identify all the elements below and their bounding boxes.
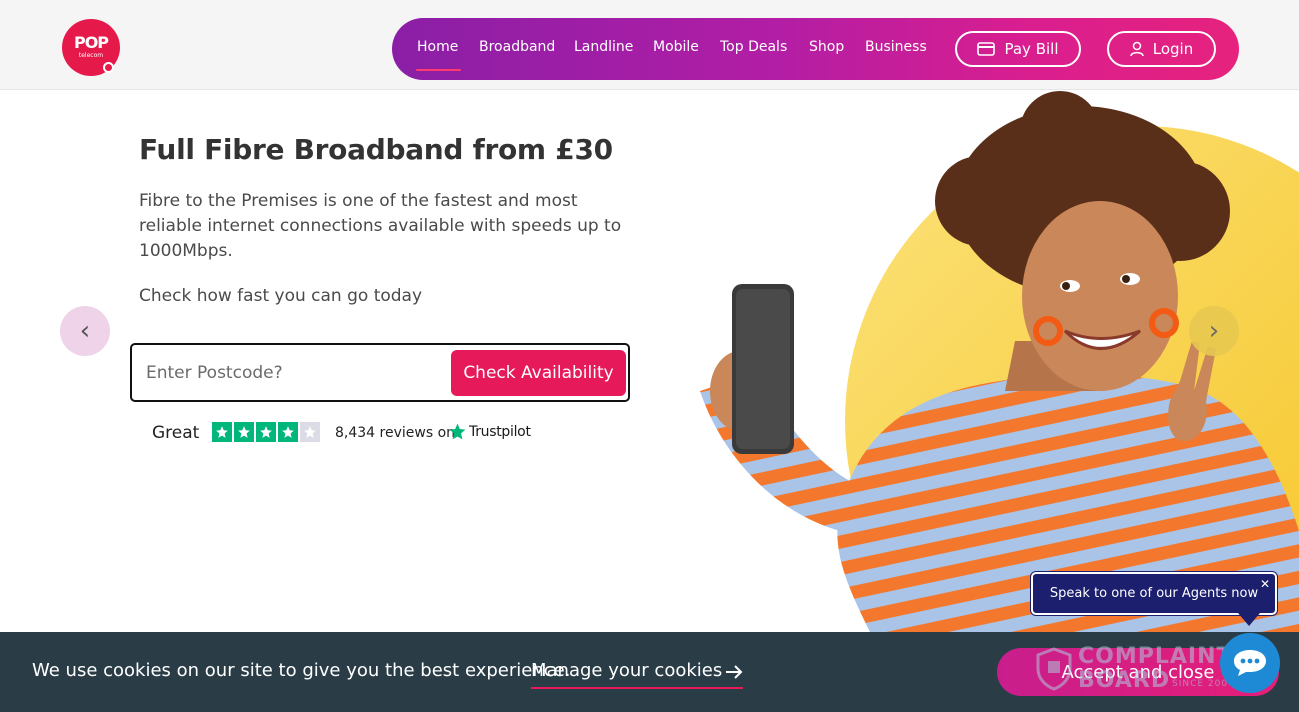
hero-title: Full Fibre Broadband from £30 — [139, 133, 613, 166]
star-icon — [234, 422, 254, 442]
trustpilot-stars — [212, 422, 320, 442]
cookie-message: We use cookies on our site to give you t… — [32, 660, 571, 681]
nav-shop[interactable]: Shop — [809, 39, 844, 55]
trustpilot-logo[interactable]: Trustpilot — [448, 422, 531, 441]
logo-text: POP — [73, 33, 109, 52]
agent-chat-prompt[interactable]: Speak to one of our Agents now — [1031, 572, 1277, 615]
carousel-prev-button[interactable]: ‹ — [60, 306, 110, 356]
hero-description: Fibre to the Premises is one of the fast… — [139, 191, 622, 261]
cookie-banner: We use cookies on our site to give you t… — [0, 632, 1299, 712]
manage-cookies-link[interactable]: Manage your cookies — [531, 660, 743, 689]
postcode-form: Check Availability — [130, 343, 630, 402]
trustpilot-rating-word: Great — [152, 423, 200, 443]
close-icon[interactable]: ✕ — [1258, 577, 1272, 591]
card-icon — [977, 42, 996, 56]
agent-prompt-tail — [1238, 613, 1260, 626]
hero-image — [680, 91, 1299, 632]
trustpilot-star-icon — [449, 423, 466, 440]
login-label: Login — [1152, 40, 1194, 58]
chat-button[interactable] — [1220, 633, 1280, 693]
chat-bubble-icon — [1234, 650, 1266, 676]
star-icon — [278, 422, 298, 442]
star-icon — [256, 422, 276, 442]
hero-illustration — [700, 91, 1299, 632]
nav-home[interactable]: Home — [417, 39, 458, 55]
trustpilot-brand: Trustpilot — [469, 423, 531, 440]
check-availability-button[interactable]: Check Availability — [451, 350, 626, 396]
carousel-next-button[interactable]: › — [1189, 306, 1239, 356]
pop-telecom-logo[interactable]: POP telecom — [62, 19, 120, 76]
star-empty-icon — [300, 422, 320, 442]
pay-bill-label: Pay Bill — [1004, 40, 1059, 58]
star-icon — [212, 422, 232, 442]
logo-dot — [103, 62, 114, 73]
login-button[interactable]: Login — [1107, 31, 1216, 67]
pay-bill-button[interactable]: Pay Bill — [955, 31, 1081, 67]
logo-subtext: telecom — [78, 52, 104, 59]
site-header: POP telecom Home Broadband Landline Mobi… — [0, 0, 1299, 90]
user-icon — [1130, 41, 1144, 57]
nav-mobile[interactable]: Mobile — [653, 39, 699, 55]
nav-business[interactable]: Business — [865, 39, 927, 55]
nav-landline[interactable]: Landline — [574, 39, 633, 55]
arrow-right-icon — [726, 665, 743, 679]
nav-broadband[interactable]: Broadband — [479, 39, 555, 55]
postcode-input[interactable] — [146, 355, 446, 391]
nav-top-deals[interactable]: Top Deals — [720, 39, 787, 55]
hero-check-text: Check how fast you can go today — [139, 286, 423, 306]
trustpilot-reviews-count[interactable]: 8,434 reviews on — [335, 425, 455, 441]
nav-active-indicator — [416, 69, 461, 71]
